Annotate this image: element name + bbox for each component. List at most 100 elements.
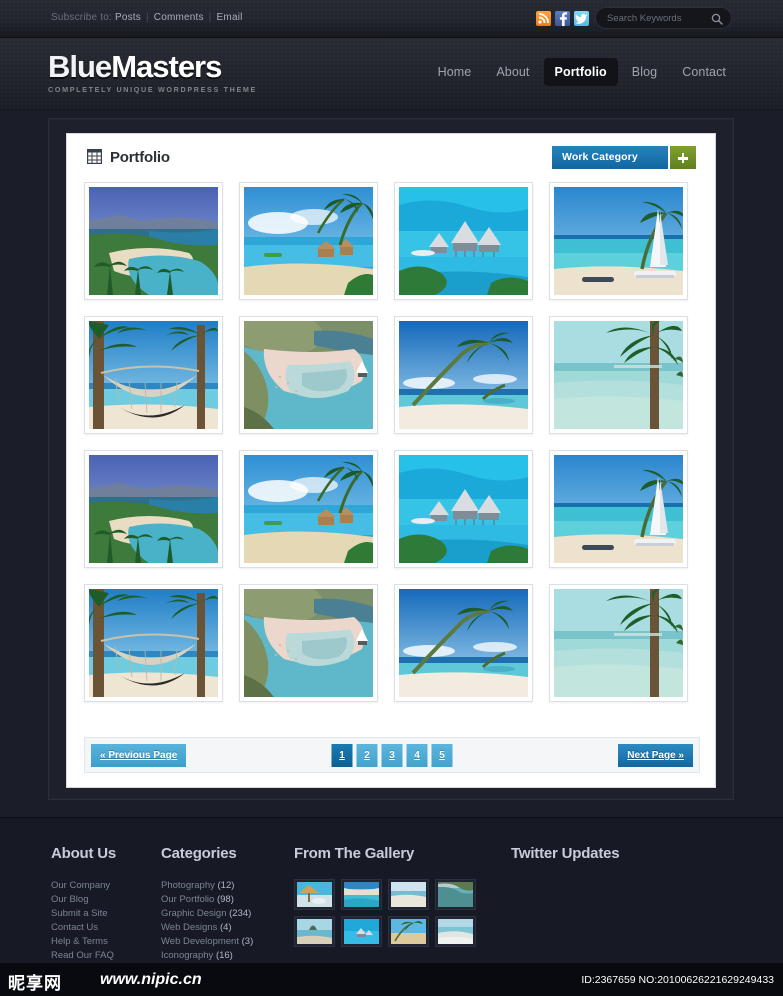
about-us-links: Our Company Our Blog Submit a Site Conta… xyxy=(51,879,151,963)
gallery-thumb[interactable] xyxy=(435,879,476,910)
grid-icon xyxy=(86,148,103,165)
site-footer: About Us Our Company Our Blog Submit a S… xyxy=(0,817,783,963)
portfolio-item[interactable] xyxy=(394,182,533,300)
portfolio-thumb-8 xyxy=(554,321,683,429)
portfolio-thumb-3 xyxy=(399,187,528,295)
nav-item-blog[interactable]: Blog xyxy=(621,58,668,86)
page-number-2[interactable]: 2 xyxy=(356,744,378,767)
portfolio-item[interactable] xyxy=(549,316,688,434)
list-item: Our Portfolio (98) xyxy=(161,893,281,907)
subscribe-link-posts[interactable]: Posts xyxy=(115,12,141,23)
portfolio-thumb-11 xyxy=(399,455,528,563)
watermark-url: www.nipic.cn xyxy=(100,971,202,988)
top-bar: Subscribe to: Posts | Comments | Email xyxy=(0,0,783,38)
work-category-button[interactable]: Work Category xyxy=(552,146,668,169)
nav-item-home[interactable]: Home xyxy=(427,58,483,86)
gallery-thumb[interactable] xyxy=(341,879,382,910)
page-number-1[interactable]: 1 xyxy=(331,744,353,767)
footer-col-twitter: Twitter Updates xyxy=(511,845,721,879)
portfolio-item[interactable] xyxy=(549,584,688,702)
main-nav: Home About Portfolio Blog Contact xyxy=(427,58,737,86)
add-category-button[interactable] xyxy=(670,146,696,169)
logo-text-blue: Blue xyxy=(48,49,112,84)
category-link-photography[interactable]: Photography xyxy=(161,880,215,891)
gallery-thumb[interactable] xyxy=(341,916,382,947)
nav-item-contact[interactable]: Contact xyxy=(671,58,737,86)
gallery-thumb[interactable] xyxy=(294,916,335,947)
footer-link-read-our-faq[interactable]: Read Our FAQ xyxy=(51,950,114,961)
subscribe-link-comments[interactable]: Comments xyxy=(154,12,204,23)
list-item: Submit a Site xyxy=(51,907,151,921)
portfolio-thumb-10 xyxy=(244,455,373,563)
portfolio-item[interactable] xyxy=(84,316,223,434)
portfolio-item[interactable] xyxy=(239,584,378,702)
portfolio-thumb-16 xyxy=(554,589,683,697)
search-box[interactable] xyxy=(595,7,732,29)
category-count: (3) xyxy=(241,936,254,947)
portfolio-item[interactable] xyxy=(394,584,533,702)
footer-link-our-blog[interactable]: Our Blog xyxy=(51,894,89,905)
search-icon[interactable] xyxy=(711,12,723,30)
next-page-button[interactable]: Next Page » xyxy=(618,744,693,767)
footer-link-our-company[interactable]: Our Company xyxy=(51,880,110,891)
portfolio-item[interactable] xyxy=(84,450,223,568)
site-logo[interactable]: BlueMasters COMPLETELY UNIQUE WORDPRESS … xyxy=(48,51,257,94)
previous-page-button[interactable]: « Previous Page xyxy=(91,744,187,767)
portfolio-thumb-14 xyxy=(244,589,373,697)
category-link-web-development[interactable]: Web Development xyxy=(161,936,239,947)
page-number-5[interactable]: 5 xyxy=(431,744,453,767)
gallery-thumb[interactable] xyxy=(435,916,476,947)
facebook-icon[interactable] xyxy=(555,11,570,26)
portfolio-thumb-5 xyxy=(89,321,218,429)
list-item: Graphic Design (234) xyxy=(161,907,281,921)
category-count: (12) xyxy=(217,880,235,891)
category-link-graphic-design[interactable]: Graphic Design xyxy=(161,908,226,919)
portfolio-item[interactable] xyxy=(239,450,378,568)
portfolio-item[interactable] xyxy=(394,450,533,568)
subscribe-sep-2: | xyxy=(208,12,212,23)
list-item: Web Designs (4) xyxy=(161,921,281,935)
pagination: « Previous Page 1 2 3 4 5 Next Page » xyxy=(84,737,700,773)
page-number-4[interactable]: 4 xyxy=(406,744,428,767)
portfolio-item[interactable] xyxy=(549,450,688,568)
portfolio-item[interactable] xyxy=(239,182,378,300)
footer-col-categories: Categories Photography (12) Our Portfoli… xyxy=(161,845,281,963)
portfolio-item[interactable] xyxy=(84,584,223,702)
subscribe-label: Subscribe to: xyxy=(51,12,112,23)
rss-icon[interactable] xyxy=(536,11,551,26)
nav-item-about[interactable]: About xyxy=(485,58,540,86)
footer-link-help-terms[interactable]: Help & Terms xyxy=(51,936,108,947)
watermark-cn-logo: 昵享网 xyxy=(8,974,62,993)
social-links xyxy=(536,11,589,26)
categories-heading: Categories xyxy=(161,845,237,862)
portfolio-thumb-2 xyxy=(244,187,373,295)
category-count: (234) xyxy=(229,908,252,919)
gallery-thumb[interactable] xyxy=(294,879,335,910)
portfolio-header: Portfolio Work Category xyxy=(67,134,715,182)
category-link-iconography[interactable]: Iconography xyxy=(161,950,213,961)
category-link-our-portfolio[interactable]: Our Portfolio xyxy=(161,894,214,905)
footer-link-submit-a-site[interactable]: Submit a Site xyxy=(51,908,108,919)
portfolio-item[interactable] xyxy=(84,182,223,300)
subscribe-link-email[interactable]: Email xyxy=(217,12,243,23)
category-controls: Work Category xyxy=(552,146,696,169)
portfolio-grid xyxy=(84,182,700,702)
footer-link-contact-us[interactable]: Contact Us xyxy=(51,922,98,933)
page-number-list: 1 2 3 4 5 xyxy=(331,744,453,767)
about-us-heading: About Us xyxy=(51,845,117,862)
category-count: (16) xyxy=(215,950,233,961)
gallery-thumb[interactable] xyxy=(388,879,429,910)
portfolio-item[interactable] xyxy=(549,182,688,300)
portfolio-item[interactable] xyxy=(239,316,378,434)
list-item: Read Our FAQ xyxy=(51,949,151,963)
footer-col-about: About Us Our Company Our Blog Submit a S… xyxy=(51,845,151,963)
page-number-3[interactable]: 3 xyxy=(381,744,403,767)
portfolio-item[interactable] xyxy=(394,316,533,434)
search-input[interactable] xyxy=(607,8,707,28)
gallery-thumb[interactable] xyxy=(388,916,429,947)
nav-item-portfolio[interactable]: Portfolio xyxy=(543,58,618,86)
logo-text-masters: Masters xyxy=(111,49,222,84)
twitter-updates-heading: Twitter Updates xyxy=(511,845,620,862)
category-link-web-designs[interactable]: Web Designs xyxy=(161,922,217,933)
twitter-icon[interactable] xyxy=(574,11,589,26)
